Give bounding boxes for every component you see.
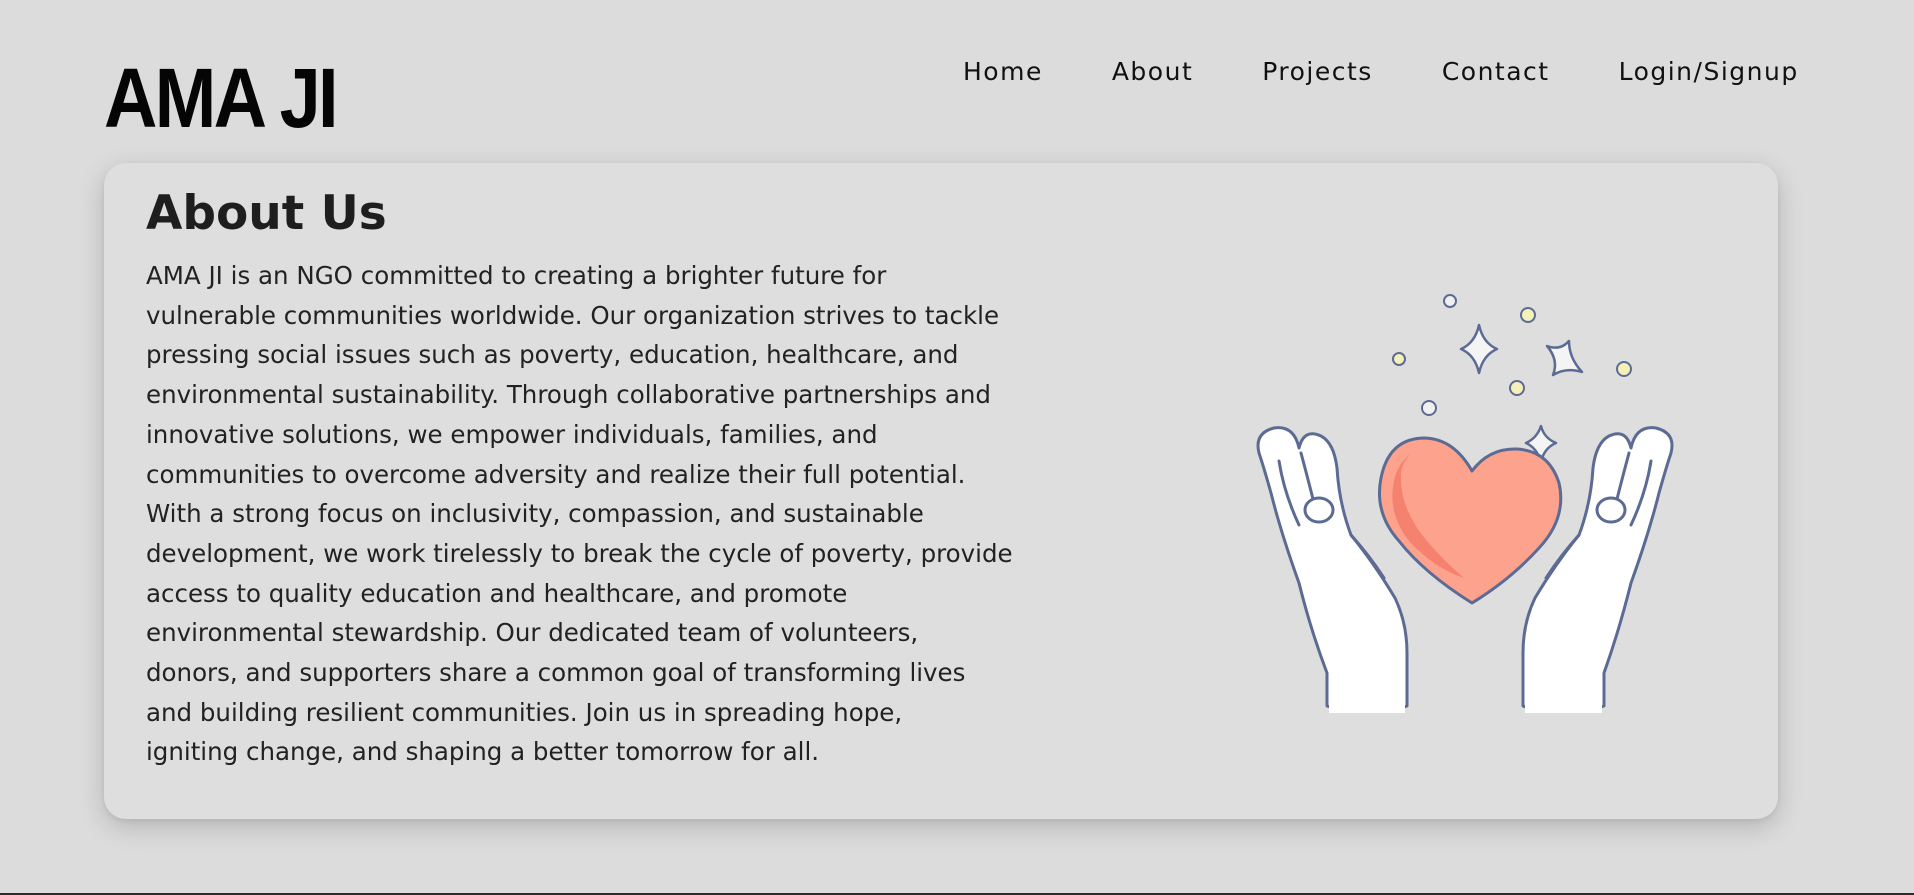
description-line: access to quality education and healthca…	[146, 578, 848, 608]
description-line: environmental sustainability. Through co…	[146, 380, 991, 410]
description-line: With a strong focus on inclusivity, comp…	[146, 499, 924, 529]
about-us-card: About Us AMA JI is an NGO committed to c…	[104, 163, 1778, 819]
description-line: AMA JI is an NGO committed to creating a…	[146, 261, 887, 290]
description-line: donors, and supporters share a common go…	[146, 658, 966, 688]
description-line: igniting change, and shaping a better to…	[146, 737, 820, 767]
about-us-description: AMA JI is an NGO committed to creating a…	[146, 256, 1066, 772]
hands-holding-heart-icon	[1239, 243, 1709, 803]
nav-link-login-signup[interactable]: Login/Signup	[1619, 54, 1799, 90]
description-line: innovative solutions, we empower individ…	[146, 419, 878, 449]
site-logo[interactable]: AMA JI	[104, 48, 339, 148]
main-nav: Home About Projects Contact Login/Signup	[963, 54, 1799, 90]
nav-link-about[interactable]: About	[1112, 54, 1193, 90]
description-line: vulnerable communities worldwide. Our or…	[146, 300, 1000, 330]
description-line: communities to overcome adversity and re…	[146, 459, 966, 489]
nav-link-contact[interactable]: Contact	[1442, 54, 1550, 90]
description-line: pressing social issues such as poverty, …	[146, 340, 959, 370]
description-line: environmental stewardship. Our dedicated…	[146, 618, 919, 648]
description-line: development, we work tirelessly to break…	[146, 538, 1013, 568]
nav-link-home[interactable]: Home	[963, 54, 1043, 90]
description-line: and building resilient communities. Join…	[146, 697, 903, 727]
about-us-heading: About Us	[146, 186, 387, 241]
nav-link-projects[interactable]: Projects	[1262, 54, 1373, 90]
